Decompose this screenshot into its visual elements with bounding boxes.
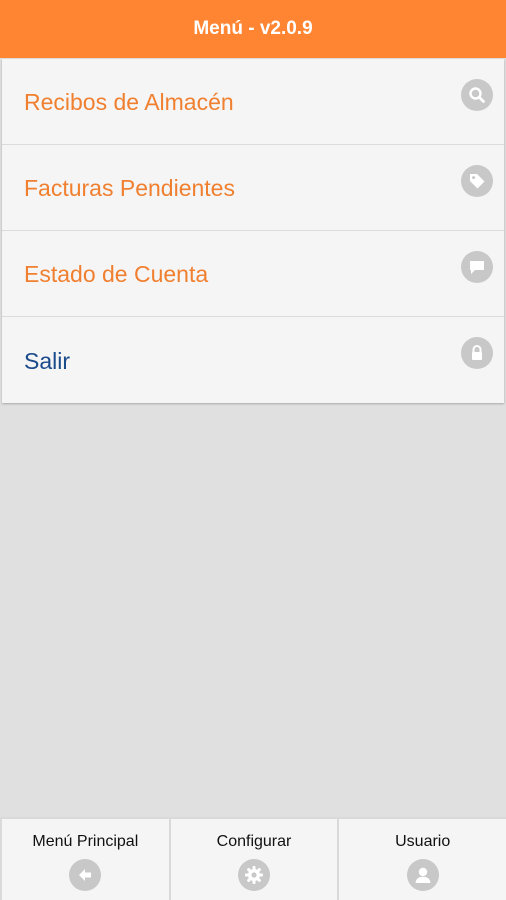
page-title: Menú - v2.0.9 [193, 18, 313, 39]
app-header: Menú - v2.0.9 [0, 0, 506, 58]
menu-item-label: Estado de Cuenta [24, 261, 209, 287]
menu-item-label: Facturas Pendientes [24, 175, 235, 201]
tab-label: Usuario [395, 833, 451, 850]
arrow-left-icon [69, 859, 102, 891]
menu-item-salir[interactable]: Salir [2, 317, 504, 403]
search-icon [461, 78, 493, 111]
main-menu: Recibos de Almacén Facturas Pendientes E… [2, 59, 504, 403]
menu-item-estado-cuenta[interactable]: Estado de Cuenta [2, 231, 504, 317]
tab-usuario[interactable]: Usuario [339, 819, 506, 900]
menu-item-facturas[interactable]: Facturas Pendientes [2, 145, 504, 231]
tab-label: Menú Principal [32, 833, 139, 850]
menu-item-label: Recibos de Almacén [24, 89, 234, 115]
chat-bubble-icon [461, 250, 493, 283]
bottom-tab-bar: Menú Principal Configurar Usuario [0, 817, 506, 900]
tab-label: Configurar [216, 833, 292, 850]
menu-item-label: Salir [24, 347, 71, 374]
tab-menu-principal[interactable]: Menú Principal [2, 819, 169, 900]
tag-icon [461, 164, 493, 197]
lock-icon [461, 337, 493, 369]
tab-configurar[interactable]: Configurar [170, 819, 338, 900]
user-icon [406, 859, 439, 891]
menu-item-recibos[interactable]: Recibos de Almacén [2, 59, 504, 145]
gear-icon [238, 859, 270, 891]
